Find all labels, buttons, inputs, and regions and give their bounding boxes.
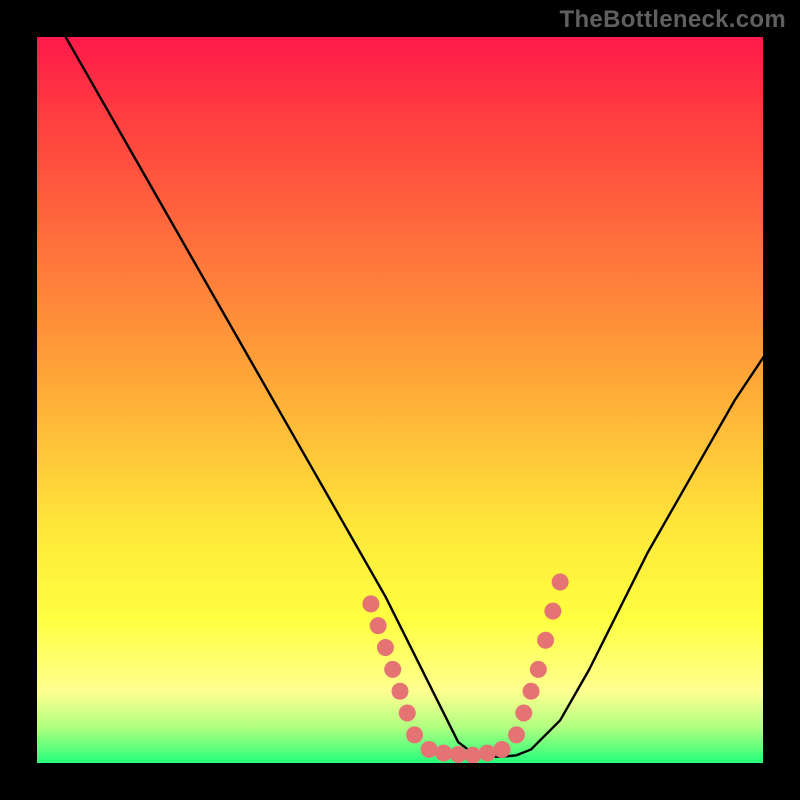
dot-left [399,705,416,722]
dot-valley [493,741,510,758]
dot-left [362,595,379,612]
dot-left [370,617,387,634]
dot-right [508,726,525,743]
dot-left [406,726,423,743]
chart-svg [36,36,764,764]
dot-valley [435,745,452,762]
dot-left [384,661,401,678]
dot-valley [479,745,496,762]
dot-right [544,603,561,620]
dot-left [377,639,394,656]
plot-area [36,36,764,764]
dot-right [515,705,532,722]
dot-right [523,683,540,700]
gradient-background [36,36,764,764]
dot-right [530,661,547,678]
dot-left [392,683,409,700]
dot-valley [464,747,481,764]
chart-container: TheBottleneck.com [0,0,800,800]
watermark-text: TheBottleneck.com [560,6,786,34]
dot-valley [421,741,438,758]
dot-right [537,632,554,649]
dot-right [552,574,569,591]
dot-valley [450,746,467,763]
